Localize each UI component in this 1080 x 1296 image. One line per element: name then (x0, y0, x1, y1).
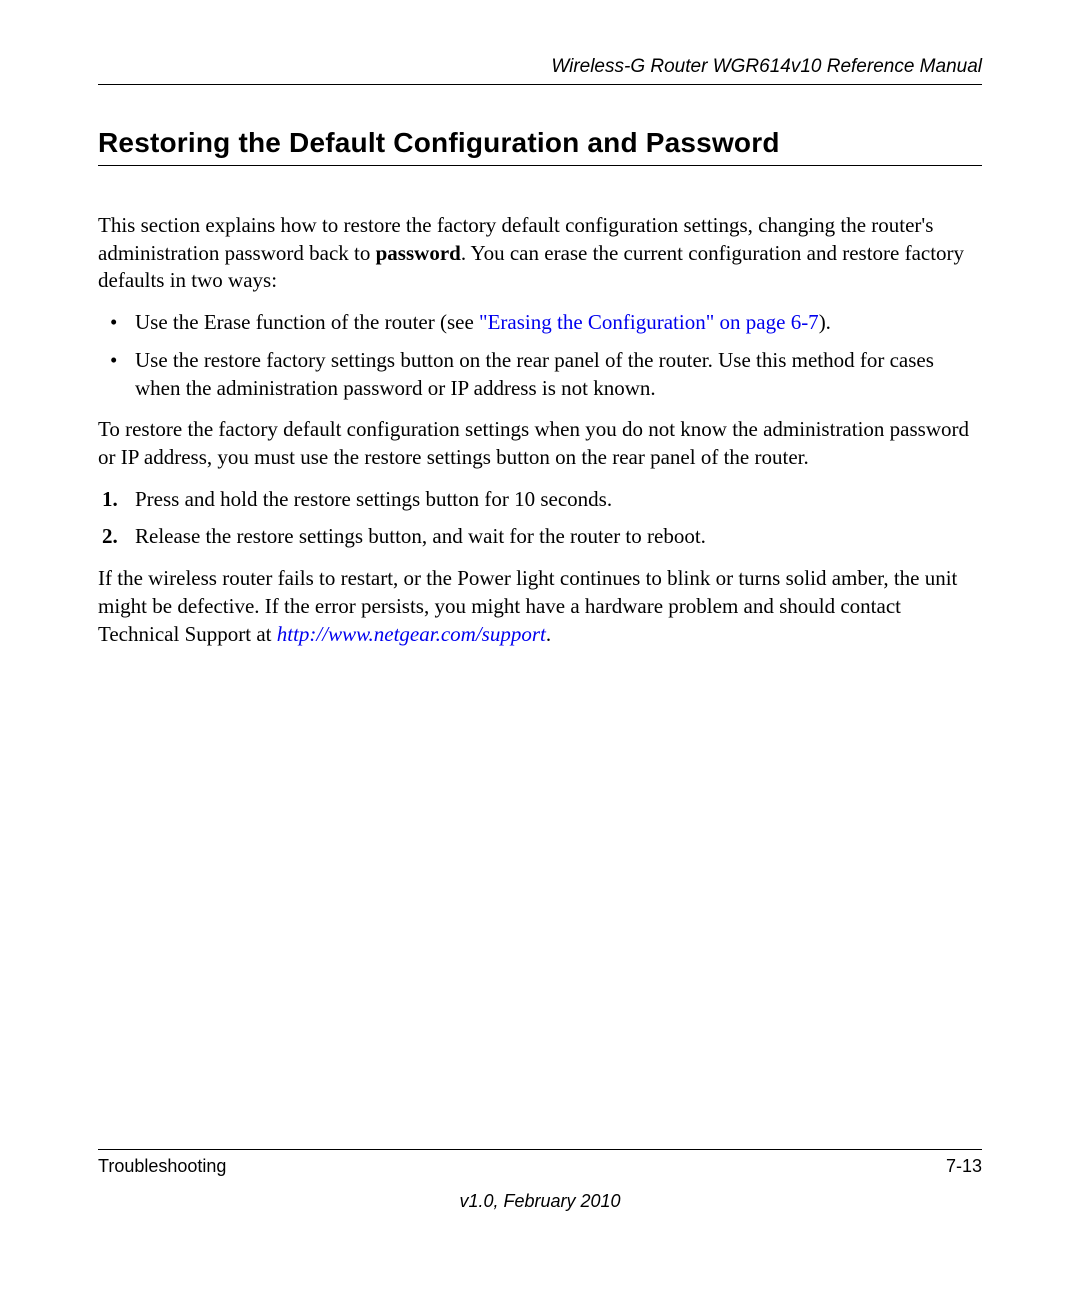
bullet-post: ). (819, 310, 831, 334)
footer-right: 7-13 (946, 1156, 982, 1177)
closing-paragraph: If the wireless router fails to restart,… (98, 565, 982, 648)
step-text: Release the restore settings button, and… (135, 524, 706, 548)
bullet-pre: Use the Erase function of the router (se… (135, 310, 479, 334)
crossref-link[interactable]: "Erasing the Configuration" on page 6-7 (479, 310, 819, 334)
page-header: Wireless-G Router WGR614v10 Reference Ma… (98, 56, 982, 85)
section-heading: Restoring the Default Configuration and … (98, 127, 982, 166)
bullet-list: Use the Erase function of the router (se… (98, 309, 982, 402)
list-item: Release the restore settings button, and… (98, 523, 982, 551)
closing-part2: . (546, 622, 551, 646)
document-page: Wireless-G Router WGR614v10 Reference Ma… (0, 0, 1080, 1296)
list-item: Use the Erase function of the router (se… (98, 309, 982, 337)
list-item: Use the restore factory settings button … (98, 347, 982, 402)
page-footer: Troubleshooting 7-13 v1.0, February 2010 (98, 1149, 982, 1296)
footer-center: v1.0, February 2010 (98, 1191, 982, 1212)
intro-bold: password (376, 241, 461, 265)
step-text: Press and hold the restore settings butt… (135, 487, 612, 511)
footer-left: Troubleshooting (98, 1156, 226, 1177)
mid-paragraph: To restore the factory default configura… (98, 416, 982, 471)
steps-list: Press and hold the restore settings butt… (98, 486, 982, 551)
intro-paragraph: This section explains how to restore the… (98, 212, 982, 295)
support-link[interactable]: http://www.netgear.com/support (277, 622, 546, 646)
content-area: Restoring the Default Configuration and … (98, 127, 982, 1149)
bullet-text: Use the restore factory settings button … (135, 348, 934, 400)
list-item: Press and hold the restore settings butt… (98, 486, 982, 514)
header-title: Wireless-G Router WGR614v10 Reference Ma… (551, 56, 982, 77)
footer-line: Troubleshooting 7-13 (98, 1149, 982, 1177)
